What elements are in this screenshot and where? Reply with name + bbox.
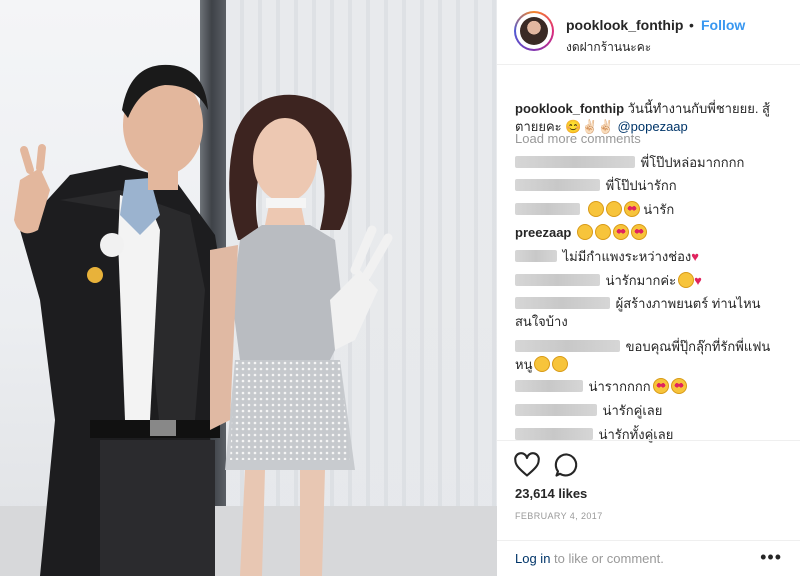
login-bar: Log in to like or comment. ••• — [497, 540, 800, 577]
comment-row: น่ารักคู่เลย — [515, 402, 790, 420]
emoji-icon — [678, 272, 695, 288]
separator-dot: • — [689, 17, 694, 33]
blurred-username — [515, 203, 580, 215]
login-suffix: to like or comment. — [550, 551, 664, 566]
comment-text: น่ารักคู่เลย — [602, 403, 663, 418]
follow-button[interactable]: Follow — [701, 17, 745, 33]
blurred-username — [515, 250, 557, 262]
comment-text: พี่โป๊ปหล่อมากกกก — [640, 155, 745, 170]
blurred-username — [515, 274, 600, 286]
emoji-icon — [605, 201, 622, 217]
comment-text: น่ารัก — [643, 202, 675, 217]
post-header: pooklook_fonthip • Follow งดฝากร้านนะคะ — [497, 0, 800, 65]
heart-emoji-icon: ♥ — [694, 273, 702, 288]
post-location[interactable]: งดฝากร้านนะคะ — [566, 38, 651, 57]
comment-row: ขอบคุณพี่ปุ๊กลุ๊กที่รักพี่แฟนหนู — [515, 338, 773, 374]
comment-row: preezaap — [515, 224, 790, 242]
blurred-username — [515, 428, 593, 440]
blurred-username — [515, 179, 600, 191]
ellipsis-icon[interactable]: ••• — [760, 547, 782, 568]
heart-eyes-emoji-icon — [670, 378, 687, 394]
emoji-icon — [587, 201, 604, 217]
comment-text: น่ารักมากค่ะ — [605, 273, 677, 288]
emoji-icon — [534, 356, 551, 372]
post-username[interactable]: pooklook_fonthip — [566, 17, 683, 33]
post-sidebar: pooklook_fonthip • Follow งดฝากร้านนะคะ … — [497, 0, 800, 576]
login-link[interactable]: Log in — [515, 551, 550, 566]
comment-text: น่ารากกกก — [588, 379, 651, 394]
comment-text: พี่โป๊ปน่ารักก — [605, 178, 677, 193]
blurred-username — [515, 380, 583, 392]
likes-count[interactable]: 23,614 likes — [515, 486, 587, 501]
heart-eyes-emoji-icon — [652, 378, 669, 394]
emoji-icon — [595, 224, 611, 240]
comment-row: น่ารากกกก — [515, 378, 790, 396]
comment-row: น่ารักมากค่ะ ♥ — [515, 272, 790, 290]
comment-text: ไม่มีกำแพงระหว่างช่อง — [562, 249, 692, 264]
avatar[interactable] — [514, 11, 554, 51]
blurred-username — [515, 297, 610, 309]
emoji-icon — [577, 224, 593, 240]
blurred-username — [515, 404, 597, 416]
photo-illustration — [14, 64, 393, 576]
blurred-username — [515, 156, 635, 168]
comment-row: พี่โป๊ปหล่อมากกกก — [515, 154, 790, 172]
comment-row: ไม่มีกำแพงระหว่างช่อง♥ — [515, 248, 790, 266]
emoji-icon — [552, 356, 569, 372]
comment-row: พี่โป๊ปน่ารักก — [515, 177, 790, 195]
load-more-comments-link[interactable]: Load more comments — [515, 130, 641, 148]
post-date: FEBRUARY 4, 2017 — [515, 511, 603, 521]
comment-row: น่ารัก — [515, 201, 790, 219]
heart-eyes-emoji-icon — [623, 201, 640, 217]
heart-emoji-icon: ♥ — [691, 249, 699, 264]
heart-eyes-emoji-icon — [613, 224, 629, 240]
comment-username[interactable]: preezaap — [515, 225, 571, 240]
caption-username[interactable]: pooklook_fonthip — [515, 101, 624, 116]
post-photo[interactable] — [0, 0, 497, 576]
speech-bubble-icon[interactable] — [553, 451, 581, 479]
woman-figure — [210, 94, 393, 576]
heart-outline-icon[interactable] — [513, 451, 541, 479]
heart-eyes-emoji-icon — [631, 224, 647, 240]
login-prompt: Log in to like or comment. — [515, 551, 664, 566]
blurred-username — [515, 340, 620, 352]
man-figure — [14, 64, 230, 576]
comment-row: ผู้สร้างภาพยนตร์ ท่านไหนสนใจบ้าง — [515, 295, 773, 331]
